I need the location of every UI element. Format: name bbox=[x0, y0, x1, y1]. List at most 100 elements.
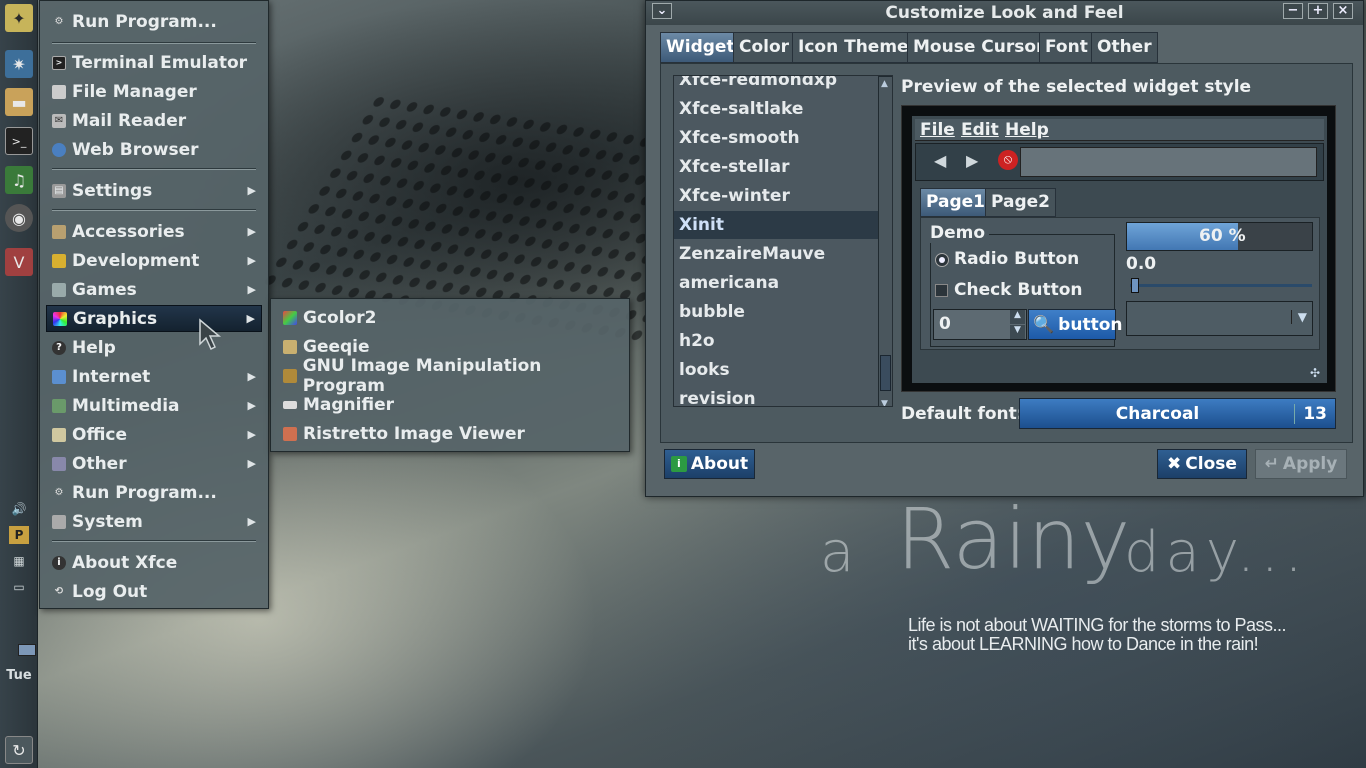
back-arrow-icon[interactable]: ◀ bbox=[934, 151, 946, 170]
close-button[interactable]: ✖ Close bbox=[1157, 449, 1247, 479]
tab-icon-theme[interactable]: Icon Theme bbox=[792, 32, 915, 63]
menu-label: System bbox=[72, 511, 143, 532]
menu-item-mail[interactable]: ✉ Mail Reader bbox=[46, 107, 262, 134]
chevron-down-icon[interactable]: ▼ bbox=[1290, 310, 1307, 324]
apply-button[interactable]: ↵ Apply bbox=[1255, 449, 1347, 479]
ristretto-icon bbox=[283, 426, 297, 441]
preview-menu-file[interactable]: File bbox=[920, 120, 955, 140]
terminal-icon[interactable]: >_ bbox=[5, 127, 33, 155]
help-icon: ? bbox=[52, 340, 66, 355]
games-icon bbox=[52, 282, 66, 297]
workspace-switcher[interactable] bbox=[18, 644, 36, 656]
menu-item-system[interactable]: System ▶ bbox=[46, 508, 262, 535]
minimize-button[interactable]: − bbox=[1283, 3, 1303, 19]
menu-item-accessories[interactable]: Accessories ▶ bbox=[46, 218, 262, 245]
menu-item-about-xfce[interactable]: i About Xfce bbox=[46, 549, 262, 576]
menu-item-games[interactable]: Games ▶ bbox=[46, 276, 262, 303]
vivaldi-icon[interactable]: V bbox=[5, 248, 33, 276]
theme-list[interactable]: Xfce-redmondxp Xfce-saltlake Xfce-smooth… bbox=[673, 75, 893, 407]
theme-item[interactable]: Xfce-saltlake bbox=[679, 99, 803, 119]
radio-button[interactable] bbox=[935, 253, 949, 267]
submenu-item-magnifier[interactable]: Magnifier bbox=[277, 391, 623, 418]
menu-item-internet[interactable]: Internet ▶ bbox=[46, 363, 262, 390]
theme-item[interactable]: americana bbox=[679, 273, 779, 293]
menu-item-log-out[interactable]: ⟲ Log Out bbox=[46, 578, 262, 605]
menu-item-office[interactable]: Office ▶ bbox=[46, 421, 262, 448]
network-icon[interactable]: ▦ bbox=[9, 552, 29, 570]
volume-icon[interactable]: 🔊 bbox=[9, 500, 29, 518]
menu-item-settings[interactable]: ▤ Settings ▶ bbox=[46, 177, 262, 204]
music-icon[interactable]: ♫ bbox=[5, 166, 33, 194]
theme-item[interactable]: h2o bbox=[679, 331, 715, 351]
menu-item-web-browser[interactable]: Web Browser bbox=[46, 136, 262, 163]
preview-button[interactable]: 🔍 button bbox=[1028, 309, 1122, 340]
chevron-right-icon: ▶ bbox=[247, 283, 256, 296]
menu-label: File Manager bbox=[72, 81, 197, 102]
theme-item[interactable]: looks bbox=[679, 360, 730, 380]
submenu-item-gcolor2[interactable]: Gcolor2 bbox=[277, 304, 623, 331]
tab-color[interactable]: Color bbox=[733, 32, 796, 63]
menu-item-run-program[interactable]: ⚙ Run Program... bbox=[46, 8, 262, 35]
theme-item-selected[interactable]: Xinit bbox=[674, 211, 878, 239]
maximize-button[interactable]: + bbox=[1308, 3, 1328, 19]
parcellite-icon[interactable]: P bbox=[9, 526, 29, 544]
theme-item[interactable]: revision bbox=[679, 389, 756, 406]
menu-item-run-program-2[interactable]: ⚙ Run Program... bbox=[46, 479, 262, 506]
menu-item-help[interactable]: ? Help bbox=[46, 334, 262, 361]
tab-widget[interactable]: Widget bbox=[660, 32, 741, 63]
font-selector-button[interactable]: Charcoal 13 bbox=[1019, 398, 1336, 429]
dialog-titlebar[interactable]: Customize Look and Feel ⌄ − + × bbox=[646, 1, 1363, 25]
close-window-button[interactable]: × bbox=[1333, 3, 1353, 19]
spin-up-icon[interactable]: ▲ bbox=[1010, 310, 1025, 324]
spin-button[interactable]: 0 ▲ ▼ bbox=[933, 309, 1027, 340]
xfce-mouse-icon[interactable]: ✦ bbox=[5, 4, 33, 32]
check-button[interactable] bbox=[935, 284, 948, 297]
scroll-up-arrow-icon[interactable]: ▲ bbox=[881, 79, 888, 89]
wallpaper-word-rainy: Rainy bbox=[896, 490, 1131, 588]
tab-font[interactable]: Font bbox=[1039, 32, 1094, 63]
menu-item-terminal[interactable]: > Terminal Emulator bbox=[46, 49, 262, 76]
menu-item-development[interactable]: Development ▶ bbox=[46, 247, 262, 274]
system-icon bbox=[52, 514, 66, 529]
scroll-down-arrow-icon[interactable]: ▼ bbox=[881, 399, 888, 406]
theme-item[interactable]: Xfce-smooth bbox=[679, 128, 800, 148]
preview-menu-help[interactable]: Help bbox=[1005, 120, 1049, 140]
resize-grip-icon[interactable]: ✣ bbox=[1310, 366, 1320, 380]
logout-icon[interactable]: ↻ bbox=[5, 736, 33, 764]
forward-arrow-icon[interactable]: ▶ bbox=[966, 151, 978, 170]
theme-item[interactable]: ZenzaireMauve bbox=[679, 244, 825, 264]
scroll-thumb[interactable] bbox=[880, 355, 891, 391]
close-button-label: Close bbox=[1185, 454, 1237, 474]
folder-icon[interactable]: ▬ bbox=[5, 88, 33, 116]
theme-item[interactable]: bubble bbox=[679, 302, 745, 322]
window-menu-button[interactable]: ⌄ bbox=[652, 3, 672, 19]
theme-item[interactable]: Xfce-winter bbox=[679, 186, 790, 206]
tab-mouse-cursor[interactable]: Mouse Cursor bbox=[907, 32, 1051, 63]
scale-track[interactable] bbox=[1130, 284, 1312, 287]
theme-item[interactable]: Xfce-stellar bbox=[679, 157, 789, 177]
stop-icon[interactable]: ⦸ bbox=[998, 150, 1018, 170]
menu-item-graphics[interactable]: Graphics ▶ bbox=[46, 305, 262, 332]
theme-item[interactable]: Xfce-redmondxp bbox=[679, 76, 837, 90]
list-vertical-scrollbar[interactable]: ▲ ▼ bbox=[878, 76, 892, 406]
battery-icon[interactable]: ▭ bbox=[9, 578, 29, 596]
preview-url-bar[interactable] bbox=[1020, 147, 1317, 177]
submenu-item-ristretto[interactable]: Ristretto Image Viewer bbox=[277, 420, 623, 447]
menu-item-other[interactable]: Other ▶ bbox=[46, 450, 262, 477]
submenu-item-gimp[interactable]: GNU Image Manipulation Program bbox=[277, 356, 623, 396]
menu-item-multimedia[interactable]: Multimedia ▶ bbox=[46, 392, 262, 419]
radio-button-label[interactable]: Radio Button bbox=[954, 249, 1079, 269]
spin-down-icon[interactable]: ▼ bbox=[1010, 325, 1025, 339]
screenshot-icon[interactable]: ✷ bbox=[5, 50, 33, 78]
scale-slider[interactable] bbox=[1131, 278, 1139, 293]
preview-menu-edit[interactable]: Edit bbox=[961, 120, 999, 140]
tab-other[interactable]: Other bbox=[1091, 32, 1158, 63]
preview-tab-page2[interactable]: Page2 bbox=[985, 188, 1057, 217]
check-button-label[interactable]: Check Button bbox=[954, 280, 1083, 300]
scale-value: 0.0 bbox=[1126, 254, 1157, 274]
camera-icon[interactable]: ◉ bbox=[5, 204, 33, 232]
combo-box[interactable]: ▼ bbox=[1126, 301, 1313, 336]
preview-tab-page1[interactable]: Page1 bbox=[920, 188, 992, 217]
menu-item-file-manager[interactable]: File Manager bbox=[46, 78, 262, 105]
about-button[interactable]: i About bbox=[664, 449, 755, 479]
